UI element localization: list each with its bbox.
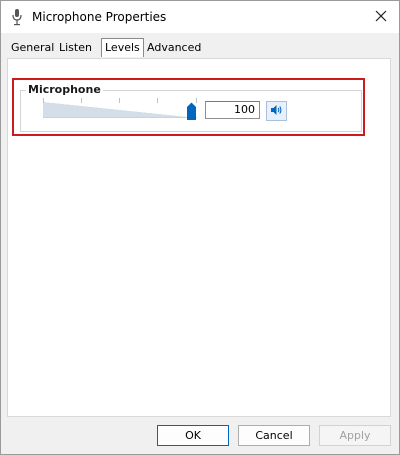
ok-button[interactable]: OK (157, 425, 229, 446)
close-icon (375, 10, 387, 25)
highlight-box (12, 78, 365, 136)
window-title: Microphone Properties (32, 10, 167, 24)
tab-general[interactable]: General (8, 40, 57, 56)
title-bar[interactable]: Microphone Properties (1, 1, 399, 33)
close-button[interactable] (363, 1, 399, 33)
microphone-icon (10, 8, 24, 26)
tab-levels[interactable]: Levels (101, 38, 144, 57)
tab-advanced[interactable]: Advanced (144, 40, 204, 56)
cancel-button[interactable]: Cancel (238, 425, 310, 446)
apply-button[interactable]: Apply (319, 425, 391, 446)
tab-listen[interactable]: Listen (56, 40, 95, 56)
